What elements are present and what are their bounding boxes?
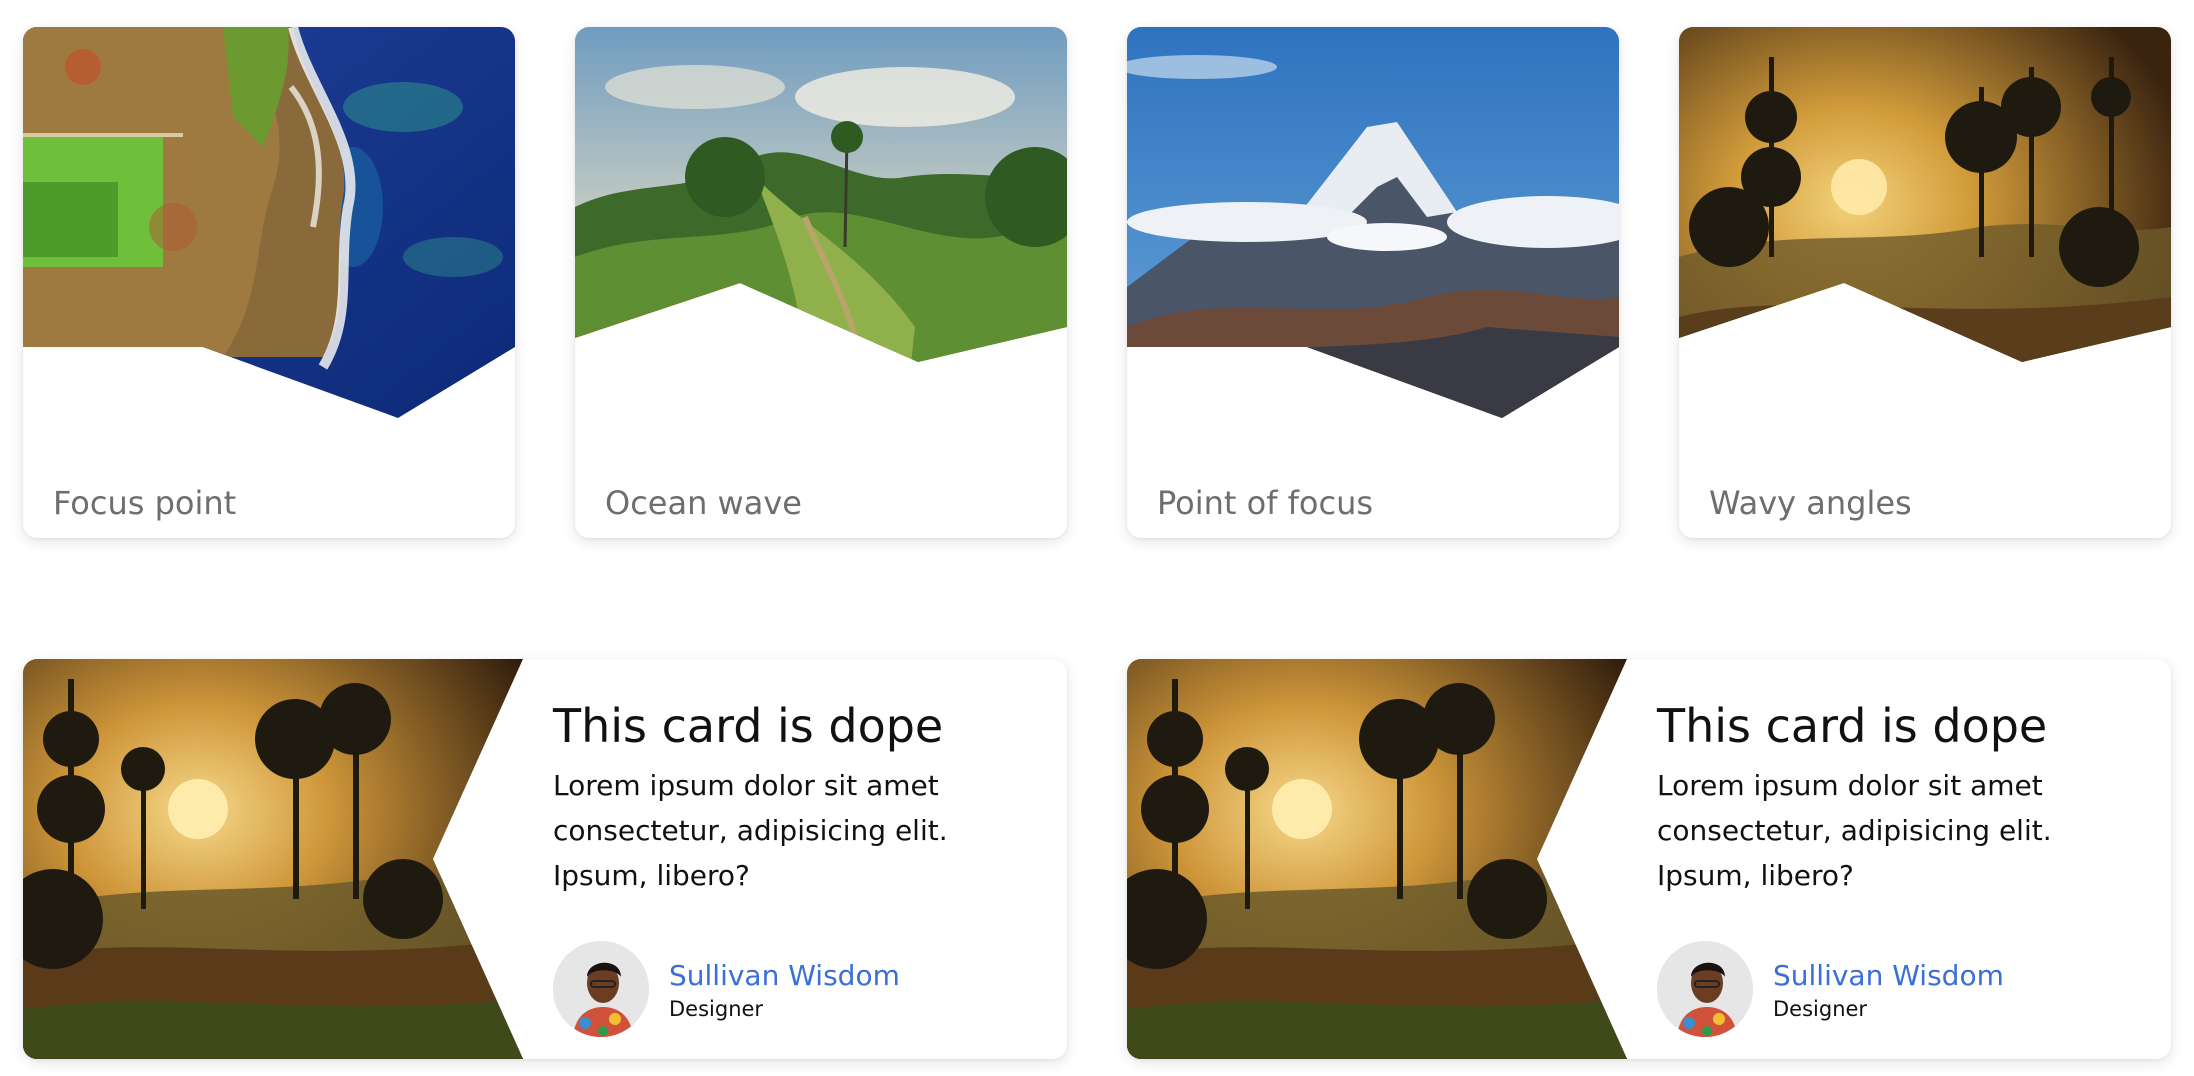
card-caption: Ocean wave: [605, 484, 802, 522]
card-image: [1679, 27, 2171, 418]
avatar: [553, 941, 649, 1037]
author-role: Designer: [669, 997, 764, 1021]
author-name-link[interactable]: Sullivan Wisdom: [1773, 959, 2004, 992]
author-name-link[interactable]: Sullivan Wisdom: [669, 959, 900, 992]
card-body: Lorem ipsum dolor sit amet consectetur, …: [1657, 769, 2052, 892]
card-body: Lorem ipsum dolor sit amet consectetur, …: [553, 769, 948, 892]
card-image: [23, 659, 523, 1059]
card-caption: Focus point: [53, 484, 237, 522]
avatar: [1657, 941, 1753, 1037]
card-title: This card is dope: [1657, 699, 2048, 753]
card-image: [1127, 659, 1627, 1059]
feature-card[interactable]: This card is dope Lorem ipsum dolor sit …: [1127, 659, 2171, 1059]
card-caption: Wavy angles: [1709, 484, 1912, 522]
card-ocean-wave[interactable]: Ocean wave: [575, 27, 1067, 538]
card-image: [1127, 27, 1619, 418]
author-block: Sullivan Wisdom Designer: [553, 941, 1033, 1039]
card-focus-point[interactable]: Focus point: [23, 27, 515, 538]
card-point-of-focus[interactable]: Point of focus: [1127, 27, 1619, 538]
author-role: Designer: [1773, 997, 1868, 1021]
card-caption: Point of focus: [1157, 484, 1374, 522]
card-image: [575, 27, 1067, 418]
author-block: Sullivan Wisdom Designer: [1657, 941, 2137, 1039]
card-wavy-angles[interactable]: Wavy angles: [1679, 27, 2171, 538]
card-image: [23, 27, 515, 418]
feature-card[interactable]: This card is dope Lorem ipsum dolor sit …: [23, 659, 1067, 1059]
card-title: This card is dope: [553, 699, 944, 753]
